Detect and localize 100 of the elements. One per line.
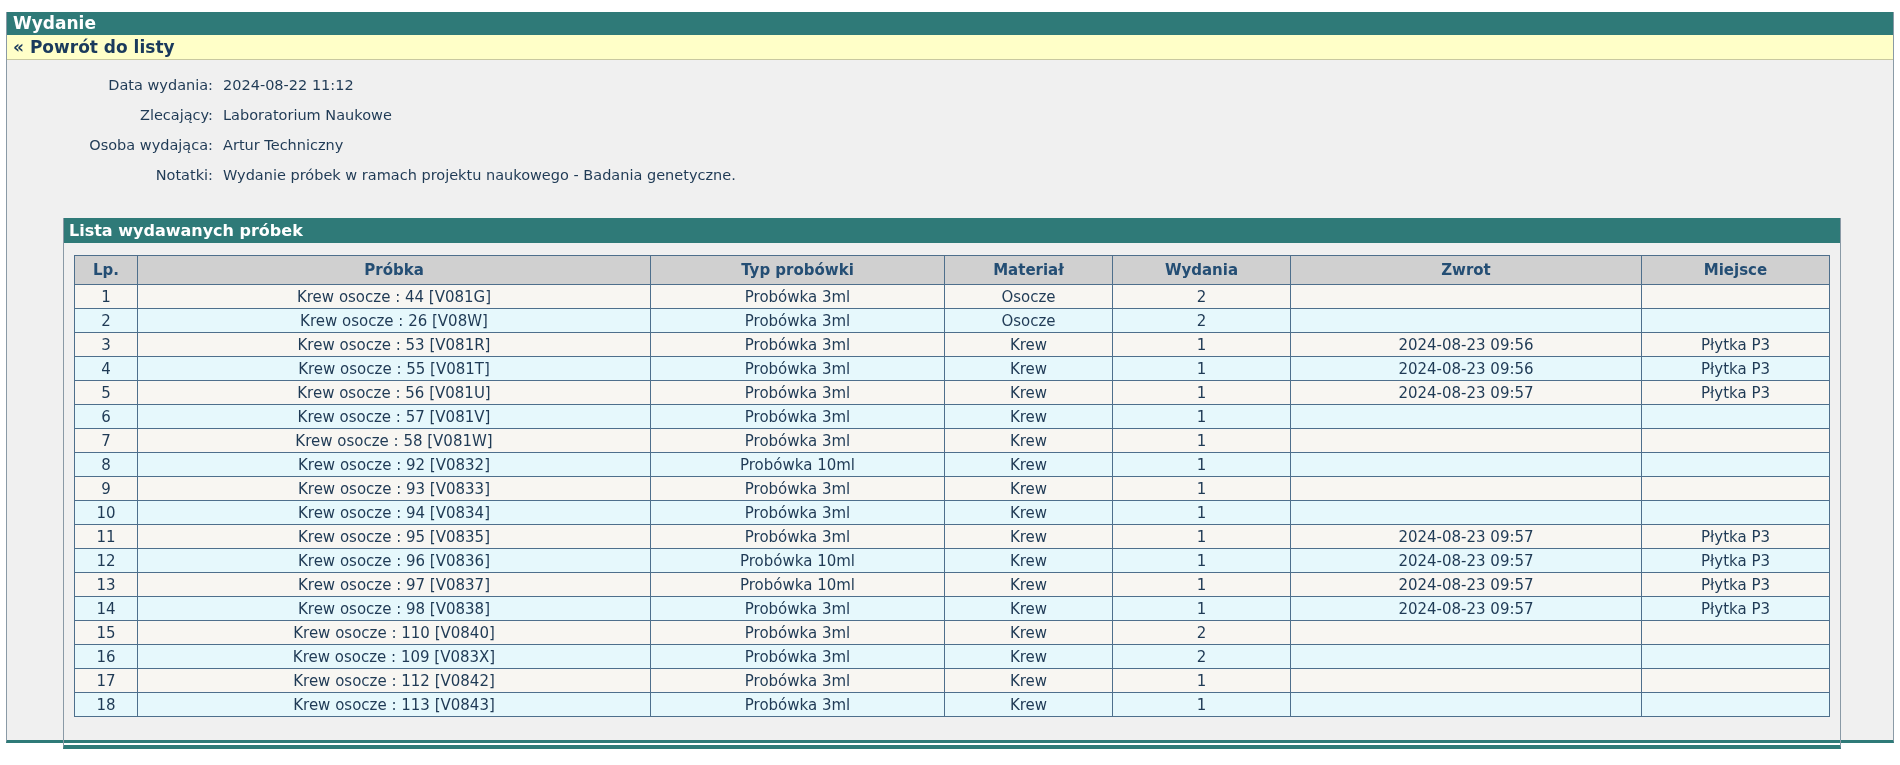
table-cell: Płytka P3: [1641, 380, 1830, 405]
table-cell: 1: [1112, 380, 1291, 405]
table-cell: Krew: [944, 404, 1113, 429]
table-cell: 2024-08-23 09:57: [1290, 548, 1642, 573]
field-value: Laboratorium Naukowe: [223, 107, 392, 123]
table-cell: Probówka 3ml: [650, 356, 945, 381]
table-cell: 2: [1112, 308, 1291, 333]
table-cell: Probówka 3ml: [650, 668, 945, 693]
table-cell: 2024-08-23 09:57: [1290, 596, 1642, 621]
table-cell: Probówka 3ml: [650, 524, 945, 549]
table-cell: Probówka 3ml: [650, 428, 945, 453]
table-cell: 2024-08-23 09:57: [1290, 524, 1642, 549]
column-header: Typ probówki: [650, 255, 945, 285]
table-cell: Krew osocze : 44 [V081G]: [137, 284, 651, 309]
table-cell: Krew osocze : 110 [V0840]: [137, 620, 651, 645]
table-cell: 8: [74, 452, 138, 477]
table-cell: Krew: [944, 332, 1113, 357]
field-value: Wydanie próbek w ramach projektu naukowego - Badania genetyczne.: [223, 167, 736, 183]
table-cell: Krew: [944, 356, 1113, 381]
table-cell: 1: [1112, 404, 1291, 429]
table-cell: Krew osocze : 109 [V083X]: [137, 644, 651, 669]
field-label: Notatki:: [154, 167, 213, 183]
table-cell: Krew osocze : 96 [V0836]: [137, 548, 651, 573]
table-cell: Krew osocze : 112 [V0842]: [137, 668, 651, 693]
table-cell: 2024-08-23 09:56: [1290, 356, 1642, 381]
table-cell: 11: [74, 524, 138, 549]
table-cell: 1: [1112, 548, 1291, 573]
table-cell: 1: [1112, 428, 1291, 453]
table-cell: 17: [74, 668, 138, 693]
table-cell: Krew osocze : 113 [V0843]: [137, 692, 651, 717]
table-cell: Płytka P3: [1641, 596, 1830, 621]
field-label: Osoba wydająca:: [88, 137, 213, 153]
table-cell: Krew: [944, 500, 1113, 525]
field-value: 2024-08-22 11:12: [223, 77, 354, 93]
table-cell: Krew osocze : 56 [V081U]: [137, 380, 651, 405]
table-cell: Probówka 3ml: [650, 332, 945, 357]
table-cell: Probówka 10ml: [650, 572, 945, 597]
table-cell: Krew: [944, 692, 1113, 717]
table-cell: Płytka P3: [1641, 524, 1830, 549]
table-cell: 1: [74, 284, 138, 309]
table-cell: Krew osocze : 53 [V081R]: [137, 332, 651, 357]
table-cell: 1: [1112, 596, 1291, 621]
table-cell: Osocze: [944, 284, 1113, 309]
column-header: Materiał: [944, 255, 1113, 285]
table-cell: 1: [1112, 452, 1291, 477]
table-cell: 13: [74, 572, 138, 597]
field-label: Data wydania:: [107, 77, 213, 93]
table-cell: Krew: [944, 476, 1113, 501]
table-cell: Krew osocze : 26 [V08W]: [137, 308, 651, 333]
table-cell: Krew osocze : 93 [V0833]: [137, 476, 651, 501]
table-cell: Krew osocze : 98 [V0838]: [137, 596, 651, 621]
table-cell: Probówka 3ml: [650, 596, 945, 621]
table-cell: 7: [74, 428, 138, 453]
column-header: Wydania: [1112, 255, 1291, 285]
table-cell: Probówka 3ml: [650, 620, 945, 645]
table-cell: Probówka 3ml: [650, 476, 945, 501]
table-cell: Krew: [944, 620, 1113, 645]
table-cell: Krew: [944, 548, 1113, 573]
table-cell: Probówka 10ml: [650, 548, 945, 573]
table-cell: 1: [1112, 524, 1291, 549]
table-cell: Krew: [944, 452, 1113, 477]
table-cell: Osocze: [944, 308, 1113, 333]
table-cell: 16: [74, 644, 138, 669]
table-cell: Krew osocze : 97 [V0837]: [137, 572, 651, 597]
table-cell: Krew: [944, 380, 1113, 405]
table-cell: Probówka 3ml: [650, 284, 945, 309]
table-cell: 9: [74, 476, 138, 501]
field-value: Artur Techniczny: [223, 137, 344, 153]
table-cell: Krew: [944, 428, 1113, 453]
table-cell: Krew: [944, 644, 1113, 669]
table-cell: 1: [1112, 356, 1291, 381]
table-cell: Probówka 10ml: [650, 452, 945, 477]
table-cell: Krew osocze : 58 [V081W]: [137, 428, 651, 453]
table-cell: 2024-08-23 09:57: [1290, 572, 1642, 597]
table-cell: 4: [74, 356, 138, 381]
table-cell: 2024-08-23 09:57: [1290, 380, 1642, 405]
column-header: Próbka: [137, 255, 651, 285]
table-cell: 15: [74, 620, 138, 645]
table-cell: Krew: [944, 572, 1113, 597]
table-cell: 1: [1112, 332, 1291, 357]
table-cell: Krew: [944, 524, 1113, 549]
back-link[interactable]: « Powrót do listy: [7, 35, 1893, 60]
table-cell: Płytka P3: [1641, 332, 1830, 357]
table-cell: 1: [1112, 572, 1291, 597]
table-cell: 2: [1112, 284, 1291, 309]
table-cell: Krew osocze : 95 [V0835]: [137, 524, 651, 549]
panel-title: Lista wydawanych próbek: [64, 218, 1840, 243]
table-cell: 2: [74, 308, 138, 333]
table-cell: Krew: [944, 668, 1113, 693]
table-cell: Krew: [944, 596, 1113, 621]
column-header: Zwrot: [1290, 255, 1642, 285]
table-cell: 18: [74, 692, 138, 717]
window-title: Wydanie: [7, 12, 1893, 35]
table-cell: Krew osocze : 92 [V0832]: [137, 452, 651, 477]
table-cell: 2024-08-23 09:56: [1290, 332, 1642, 357]
table-cell: Probówka 3ml: [650, 500, 945, 525]
column-header: Lp.: [74, 255, 138, 285]
table-cell: Płytka P3: [1641, 572, 1830, 597]
table-cell: 12: [74, 548, 138, 573]
table-cell: Płytka P3: [1641, 548, 1830, 573]
